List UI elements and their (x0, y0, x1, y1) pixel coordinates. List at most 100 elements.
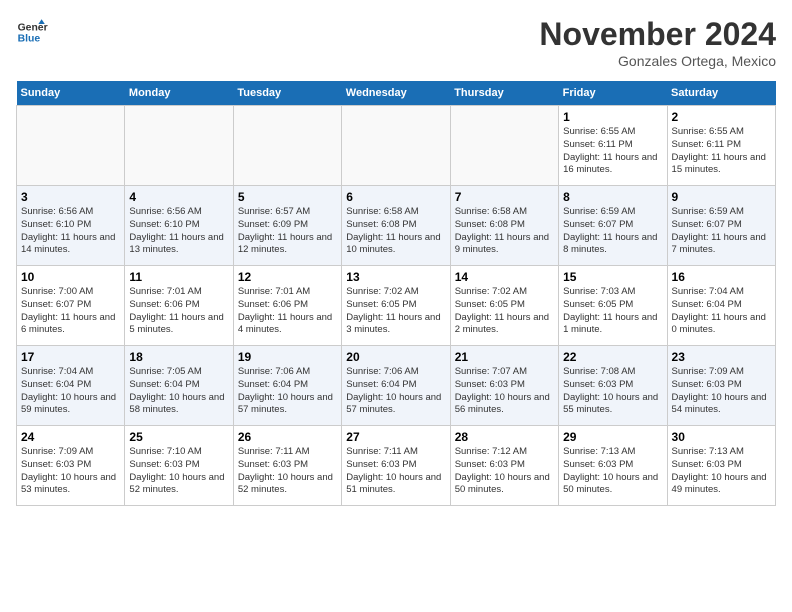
day-cell: 30 Sunrise: 7:13 AM Sunset: 6:03 PM Dayli… (667, 426, 775, 506)
day-cell: 2 Sunrise: 6:55 AM Sunset: 6:11 PM Daylig… (667, 106, 775, 186)
day-cell: 12 Sunrise: 7:01 AM Sunset: 6:06 PM Dayli… (233, 266, 341, 346)
day-cell: 21 Sunrise: 7:07 AM Sunset: 6:03 PM Dayli… (450, 346, 558, 426)
svg-text:General: General (18, 22, 48, 33)
day-cell: 28Sunrise: 7:12 AM Sunset: 6:03 PM Dayli… (450, 426, 558, 506)
week-row-3: 10 Sunrise: 7:00 AM Sunset: 6:07 PM Dayli… (17, 266, 776, 346)
day-number: 5 (238, 190, 337, 204)
weekday-saturday: Saturday (667, 81, 775, 106)
day-number: 21 (455, 350, 554, 364)
day-info: Sunrise: 6:59 AM Sunset: 6:07 PM Dayligh… (563, 206, 662, 257)
day-number: 30 (672, 430, 771, 444)
weekday-tuesday: Tuesday (233, 81, 341, 106)
day-info: Sunrise: 7:01 AM Sunset: 6:06 PM Dayligh… (238, 286, 337, 337)
day-info: Sunrise: 7:00 AM Sunset: 6:07 PM Dayligh… (21, 286, 120, 337)
day-cell: 29Sunrise: 7:13 AM Sunset: 6:03 PM Dayli… (559, 426, 667, 506)
day-info: Sunrise: 6:58 AM Sunset: 6:08 PM Dayligh… (455, 206, 554, 257)
day-info: Sunrise: 6:59 AM Sunset: 6:07 PM Dayligh… (672, 206, 771, 257)
day-info: Sunrise: 7:01 AM Sunset: 6:06 PM Dayligh… (129, 286, 228, 337)
day-cell: 1Sunrise: 6:55 AM Sunset: 6:11 PM Daylig… (559, 106, 667, 186)
calendar-table: SundayMondayTuesdayWednesdayThursdayFrid… (16, 81, 776, 506)
week-row-2: 3 Sunrise: 6:56 AM Sunset: 6:10 PM Daylig… (17, 186, 776, 266)
day-info: Sunrise: 7:08 AM Sunset: 6:03 PM Dayligh… (563, 366, 662, 417)
day-number: 3 (21, 190, 120, 204)
day-cell: 18Sunrise: 7:05 AM Sunset: 6:04 PM Dayli… (125, 346, 233, 426)
day-cell: 9 Sunrise: 6:59 AM Sunset: 6:07 PM Daylig… (667, 186, 775, 266)
day-cell: 7 Sunrise: 6:58 AM Sunset: 6:08 PM Daylig… (450, 186, 558, 266)
logo-icon: General Blue (16, 16, 48, 48)
day-info: Sunrise: 6:56 AM Sunset: 6:10 PM Dayligh… (21, 206, 120, 257)
day-number: 12 (238, 270, 337, 284)
day-number: 2 (672, 110, 771, 124)
day-number: 25 (129, 430, 228, 444)
day-number: 7 (455, 190, 554, 204)
day-cell: 24 Sunrise: 7:09 AM Sunset: 6:03 PM Dayli… (17, 426, 125, 506)
day-info: Sunrise: 7:02 AM Sunset: 6:05 PM Dayligh… (455, 286, 554, 337)
day-number: 4 (129, 190, 228, 204)
weekday-thursday: Thursday (450, 81, 558, 106)
day-cell: 8 Sunrise: 6:59 AM Sunset: 6:07 PM Daylig… (559, 186, 667, 266)
day-info: Sunrise: 6:55 AM Sunset: 6:11 PM Dayligh… (672, 126, 771, 177)
day-info: Sunrise: 7:06 AM Sunset: 6:04 PM Dayligh… (346, 366, 445, 417)
page-header: General Blue November 2024 Gonzales Orte… (16, 16, 776, 69)
day-cell: 23 Sunrise: 7:09 AM Sunset: 6:03 PM Dayli… (667, 346, 775, 426)
day-number: 20 (346, 350, 445, 364)
day-number: 19 (238, 350, 337, 364)
day-info: Sunrise: 7:11 AM Sunset: 6:03 PM Dayligh… (238, 446, 337, 497)
day-number: 9 (672, 190, 771, 204)
day-cell: 3 Sunrise: 6:56 AM Sunset: 6:10 PM Daylig… (17, 186, 125, 266)
day-info: Sunrise: 7:07 AM Sunset: 6:03 PM Dayligh… (455, 366, 554, 417)
calendar-header: SundayMondayTuesdayWednesdayThursdayFrid… (17, 81, 776, 106)
location: Gonzales Ortega, Mexico (539, 53, 776, 69)
day-number: 23 (672, 350, 771, 364)
day-number: 18 (129, 350, 228, 364)
day-info: Sunrise: 7:04 AM Sunset: 6:04 PM Dayligh… (21, 366, 120, 417)
day-number: 15 (563, 270, 662, 284)
day-info: Sunrise: 7:04 AM Sunset: 6:04 PM Dayligh… (672, 286, 771, 337)
day-cell: 19 Sunrise: 7:06 AM Sunset: 6:04 PM Dayli… (233, 346, 341, 426)
day-cell (17, 106, 125, 186)
day-number: 8 (563, 190, 662, 204)
day-number: 24 (21, 430, 120, 444)
weekday-wednesday: Wednesday (342, 81, 450, 106)
day-info: Sunrise: 7:11 AM Sunset: 6:03 PM Dayligh… (346, 446, 445, 497)
week-row-4: 17Sunrise: 7:04 AM Sunset: 6:04 PM Dayli… (17, 346, 776, 426)
week-row-1: 1Sunrise: 6:55 AM Sunset: 6:11 PM Daylig… (17, 106, 776, 186)
day-cell (125, 106, 233, 186)
day-cell: 25 Sunrise: 7:10 AM Sunset: 6:03 PM Dayli… (125, 426, 233, 506)
day-cell (450, 106, 558, 186)
day-number: 22 (563, 350, 662, 364)
day-info: Sunrise: 7:09 AM Sunset: 6:03 PM Dayligh… (21, 446, 120, 497)
day-number: 27 (346, 430, 445, 444)
day-cell: 20 Sunrise: 7:06 AM Sunset: 6:04 PM Dayli… (342, 346, 450, 426)
day-number: 26 (238, 430, 337, 444)
day-info: Sunrise: 7:02 AM Sunset: 6:05 PM Dayligh… (346, 286, 445, 337)
day-cell: 6Sunrise: 6:58 AM Sunset: 6:08 PM Daylig… (342, 186, 450, 266)
day-number: 10 (21, 270, 120, 284)
day-cell: 15Sunrise: 7:03 AM Sunset: 6:05 PM Dayli… (559, 266, 667, 346)
day-info: Sunrise: 6:55 AM Sunset: 6:11 PM Dayligh… (563, 126, 662, 177)
weekday-monday: Monday (125, 81, 233, 106)
day-number: 14 (455, 270, 554, 284)
day-info: Sunrise: 7:10 AM Sunset: 6:03 PM Dayligh… (129, 446, 228, 497)
week-row-5: 24 Sunrise: 7:09 AM Sunset: 6:03 PM Dayli… (17, 426, 776, 506)
day-number: 13 (346, 270, 445, 284)
day-cell: 22 Sunrise: 7:08 AM Sunset: 6:03 PM Dayli… (559, 346, 667, 426)
weekday-friday: Friday (559, 81, 667, 106)
day-info: Sunrise: 7:09 AM Sunset: 6:03 PM Dayligh… (672, 366, 771, 417)
day-info: Sunrise: 7:13 AM Sunset: 6:03 PM Dayligh… (563, 446, 662, 497)
day-info: Sunrise: 7:12 AM Sunset: 6:03 PM Dayligh… (455, 446, 554, 497)
day-cell: 17Sunrise: 7:04 AM Sunset: 6:04 PM Dayli… (17, 346, 125, 426)
day-number: 11 (129, 270, 228, 284)
day-cell: 16Sunrise: 7:04 AM Sunset: 6:04 PM Dayli… (667, 266, 775, 346)
day-info: Sunrise: 7:13 AM Sunset: 6:03 PM Dayligh… (672, 446, 771, 497)
day-cell: 5Sunrise: 6:57 AM Sunset: 6:09 PM Daylig… (233, 186, 341, 266)
month-title: November 2024 (539, 16, 776, 53)
day-info: Sunrise: 7:06 AM Sunset: 6:04 PM Dayligh… (238, 366, 337, 417)
day-cell: 27 Sunrise: 7:11 AM Sunset: 6:03 PM Dayli… (342, 426, 450, 506)
day-cell (233, 106, 341, 186)
day-info: Sunrise: 6:56 AM Sunset: 6:10 PM Dayligh… (129, 206, 228, 257)
weekday-sunday: Sunday (17, 81, 125, 106)
logo: General Blue (16, 16, 48, 48)
calendar-body: 1Sunrise: 6:55 AM Sunset: 6:11 PM Daylig… (17, 106, 776, 506)
weekday-header-row: SundayMondayTuesdayWednesdayThursdayFrid… (17, 81, 776, 106)
